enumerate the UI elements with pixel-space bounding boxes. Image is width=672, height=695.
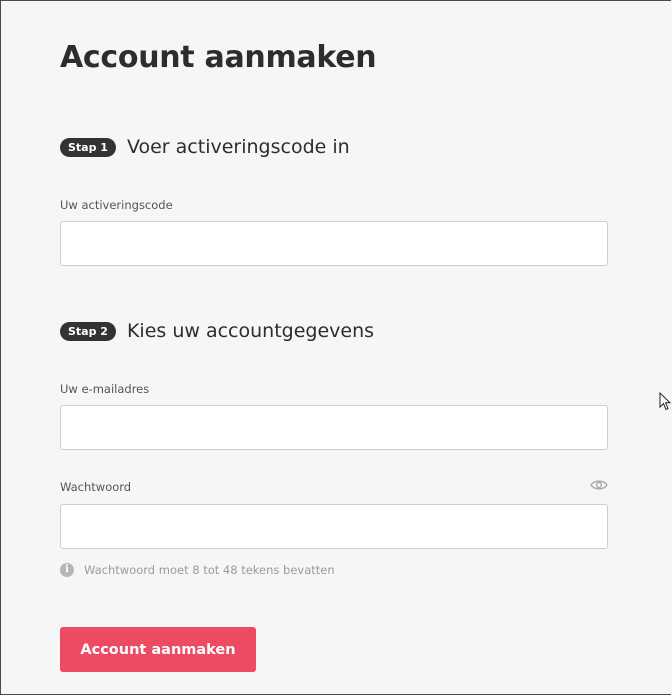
email-field-box [60, 405, 608, 450]
mouse-cursor-icon [659, 392, 671, 411]
page-title: Account aanmaken [60, 40, 377, 75]
step-1-heading: Voer activeringscode in [126, 136, 350, 158]
step-2-header: Stap 2 Kies uw accountgegevens [60, 320, 374, 342]
info-icon: i [60, 563, 74, 577]
activation-code-input[interactable] [61, 222, 607, 265]
step-2-heading: Kies uw accountgegevens [126, 320, 375, 342]
create-account-button[interactable]: Account aanmaken [60, 627, 256, 672]
email-label: Uw e-mailadres [60, 382, 150, 396]
activation-code-field-box [60, 221, 608, 266]
eye-icon[interactable] [590, 478, 608, 492]
password-input[interactable] [61, 505, 607, 548]
password-hint: i Wachtwoord moet 8 tot 48 tekens bevatt… [60, 563, 335, 577]
step-1-badge: Stap 1 [60, 137, 116, 157]
step-1-header: Stap 1 Voer activeringscode in [60, 136, 350, 158]
step-2-badge: Stap 2 [60, 321, 116, 341]
activation-code-label: Uw activeringscode [60, 198, 173, 212]
password-hint-text: Wachtwoord moet 8 tot 48 tekens bevatten [84, 563, 335, 577]
email-input[interactable] [61, 406, 607, 449]
password-label: Wachtwoord [60, 480, 132, 494]
password-field-box [60, 504, 608, 549]
page-frame [0, 0, 671, 695]
